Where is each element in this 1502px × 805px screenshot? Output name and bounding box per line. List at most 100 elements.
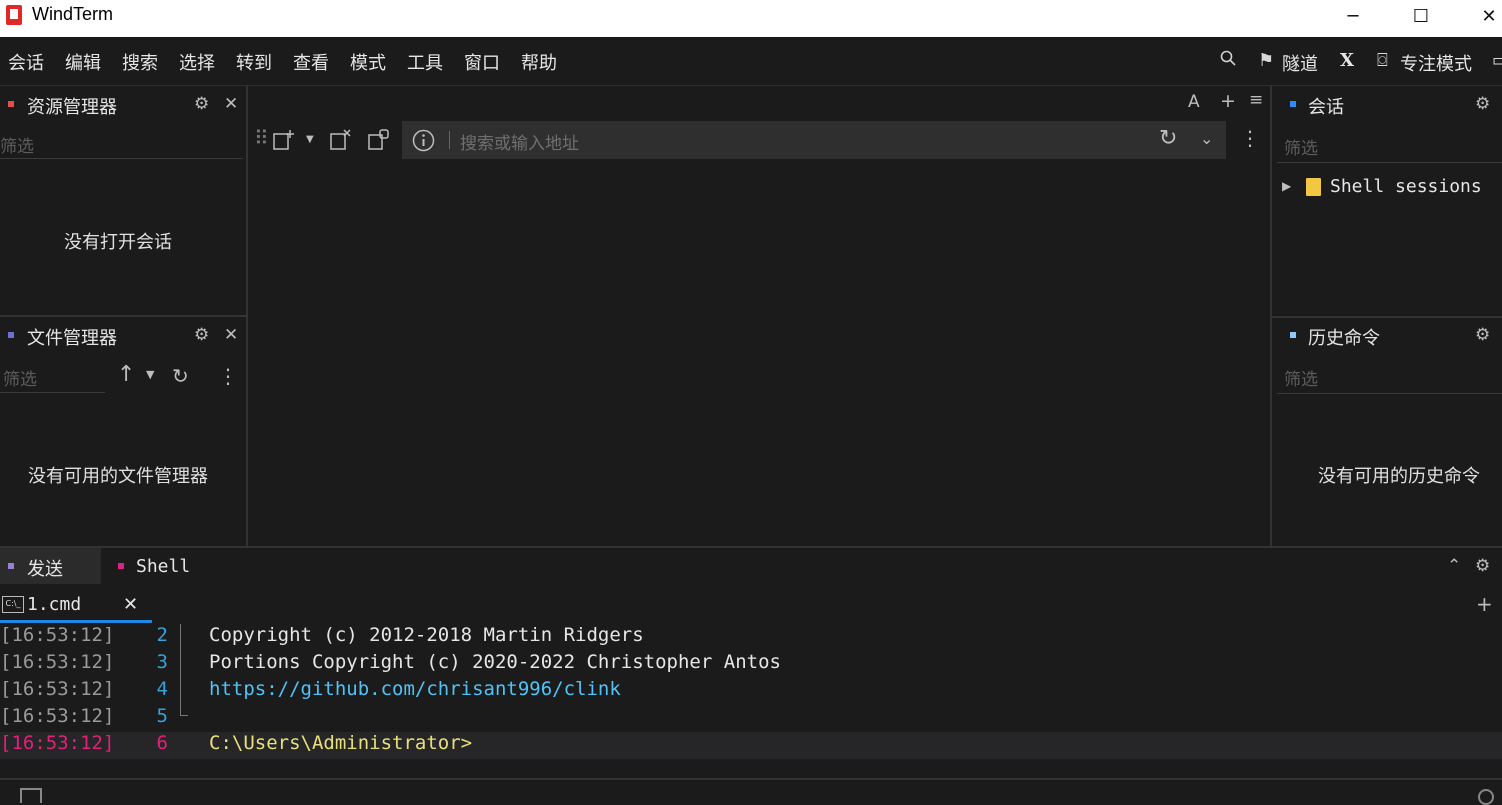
line-timestamp: [16:53:12] xyxy=(0,732,115,754)
line-timestamp: [16:53:12] xyxy=(0,705,115,727)
add-tab-button[interactable]: + xyxy=(1220,90,1236,112)
tab-label: Shell xyxy=(136,556,191,577)
focus-mode-icon[interactable]: ⌼ xyxy=(1377,50,1388,71)
focus-mode-button[interactable]: 专注模式 xyxy=(1400,50,1472,76)
settings-gear-icon[interactable]: ⚙ xyxy=(194,94,209,114)
menu-help[interactable]: 帮助 xyxy=(521,49,557,75)
chevron-up-icon[interactable]: ⌃ xyxy=(1447,556,1461,576)
sessions-marker xyxy=(1290,101,1296,107)
close-tab-icon[interactable]: ✕ xyxy=(123,594,138,615)
line-timestamp: [16:53:12] xyxy=(0,678,115,700)
more-vertical-icon[interactable]: ⋮ xyxy=(1240,126,1260,150)
reload-icon[interactable]: ↻ xyxy=(1159,126,1177,151)
line-number: 4 xyxy=(156,678,168,700)
terminal-line: [16:53:12] 4 https://github.com/chrisant… xyxy=(0,678,1502,705)
settings-gear-icon[interactable]: ⚙ xyxy=(1475,325,1490,345)
resource-manager-marker xyxy=(8,101,14,107)
settings-gear-icon[interactable]: ⚙ xyxy=(1475,94,1490,114)
chevron-down-icon[interactable]: ⌄ xyxy=(1200,129,1213,148)
sessions-filter-input[interactable]: 筛选 xyxy=(1284,134,1318,159)
resource-empty-message: 没有打开会话 xyxy=(64,232,172,253)
settings-gear-icon[interactable]: ⚙ xyxy=(1475,556,1490,576)
file-tab-1cmd[interactable]: C:\_ 1.cmd ✕ xyxy=(0,590,152,623)
resource-manager-title: 资源管理器 xyxy=(27,97,117,118)
menu-view[interactable]: 查看 xyxy=(293,49,329,75)
search-icon[interactable] xyxy=(1220,50,1236,71)
tree-item-label: Shell sessions xyxy=(1330,176,1482,197)
tunnel-button[interactable]: 隧道 xyxy=(1282,50,1318,76)
close-panel-icon[interactable]: ✕ xyxy=(224,325,238,345)
file-empty-message: 没有可用的文件管理器 xyxy=(28,466,208,487)
title-bar: WindTerm ─ ☐ ✕ xyxy=(0,0,1502,37)
menu-bar: 会话 编辑 搜索 选择 转到 查看 模式 工具 窗口 帮助 ⚑ 隧道 X ⌼ 专… xyxy=(0,37,1502,86)
line-timestamp: [16:53:12] xyxy=(0,624,115,646)
shell-marker xyxy=(118,563,124,569)
history-marker xyxy=(1290,332,1296,338)
menu-select[interactable]: 选择 xyxy=(179,49,215,75)
line-text: Portions Copyright (c) 2020-2022 Christo… xyxy=(209,651,781,673)
history-title: 历史命令 xyxy=(1308,328,1380,349)
menu-goto[interactable]: 转到 xyxy=(236,49,272,75)
duplicate-tab-icon[interactable] xyxy=(368,129,390,156)
menu-tools[interactable]: 工具 xyxy=(407,49,443,75)
new-tab-icon[interactable] xyxy=(273,129,295,156)
add-terminal-button[interactable]: + xyxy=(1476,592,1493,616)
tab-menu-button[interactable]: ≡ xyxy=(1249,90,1263,110)
info-icon[interactable] xyxy=(412,129,435,157)
terminal-line: [16:53:12] 2 Copyright (c) 2012-2018 Mar… xyxy=(0,624,1502,651)
prompt-text: C:\Users\Administrator> xyxy=(209,732,473,754)
refresh-icon[interactable]: ↻ xyxy=(172,364,189,388)
x-button[interactable]: X xyxy=(1340,50,1354,71)
tab-label: 发送 xyxy=(27,559,63,580)
terminal-line-current[interactable]: [16:53:12] 6 C:\Users\Administrator> xyxy=(0,732,1502,759)
window-title: WindTerm xyxy=(32,4,114,24)
divider xyxy=(0,778,1502,780)
divider xyxy=(1277,393,1502,394)
menu-session[interactable]: 会话 xyxy=(8,49,44,75)
layout-icon[interactable]: ▭ xyxy=(1492,50,1502,71)
app-logo-icon xyxy=(6,5,22,25)
maximize-button[interactable]: ☐ xyxy=(1398,0,1444,32)
tree-item-shell-sessions[interactable]: ▶ Shell sessions xyxy=(1282,176,1502,200)
close-window-button[interactable]: ✕ xyxy=(1466,0,1502,32)
divider xyxy=(0,546,1502,548)
cmd-icon: C:\_ xyxy=(2,596,24,613)
divider xyxy=(1277,162,1502,163)
more-vertical-icon[interactable]: ⋮ xyxy=(218,364,238,388)
history-filter-input[interactable]: 筛选 xyxy=(1284,365,1318,390)
folder-icon xyxy=(1306,178,1321,196)
close-panel-icon[interactable]: ✕ xyxy=(224,94,238,114)
divider xyxy=(246,86,248,546)
terminal-line: [16:53:12] 3 Portions Copyright (c) 2020… xyxy=(0,651,1502,678)
tunnel-icon[interactable]: ⚑ xyxy=(1258,50,1274,71)
tab-shell[interactable]: Shell xyxy=(104,548,204,584)
up-arrow-icon[interactable]: ↑ xyxy=(117,362,135,387)
file-filter-input[interactable]: 筛选 xyxy=(3,365,37,390)
chevron-down-icon[interactable]: ▼ xyxy=(306,134,314,145)
tab-send[interactable]: 发送 xyxy=(0,548,101,584)
expand-arrow-icon[interactable]: ▶ xyxy=(1282,179,1291,193)
divider xyxy=(449,131,450,149)
menu-search[interactable]: 搜索 xyxy=(122,49,158,75)
divider xyxy=(0,392,105,393)
menu-mode[interactable]: 模式 xyxy=(350,49,386,75)
close-tab-icon[interactable] xyxy=(330,129,352,156)
line-timestamp: [16:53:12] xyxy=(0,651,115,673)
drag-handle-icon[interactable]: ⠿ xyxy=(254,126,269,150)
menu-window[interactable]: 窗口 xyxy=(464,49,500,75)
line-number: 3 xyxy=(156,651,168,673)
menu-edit[interactable]: 编辑 xyxy=(65,49,101,75)
address-bar[interactable]: 搜索或输入地址 ↻ ⌄ xyxy=(402,121,1226,159)
font-button[interactable]: A xyxy=(1188,92,1200,112)
settings-gear-icon[interactable]: ⚙ xyxy=(194,325,209,345)
chevron-down-icon[interactable]: ▼ xyxy=(146,368,154,381)
file-tab-label: 1.cmd xyxy=(27,594,82,615)
status-indicator-icon xyxy=(1478,789,1494,805)
minimize-button[interactable]: ─ xyxy=(1330,0,1376,32)
resource-filter-input[interactable]: 筛选 xyxy=(0,132,34,157)
address-input[interactable]: 搜索或输入地址 xyxy=(460,129,579,154)
link-text[interactable]: https://github.com/chrisant996/clink xyxy=(209,678,621,700)
file-manager-title: 文件管理器 xyxy=(27,328,117,349)
divider xyxy=(1272,316,1502,318)
file-manager-marker xyxy=(8,332,14,338)
